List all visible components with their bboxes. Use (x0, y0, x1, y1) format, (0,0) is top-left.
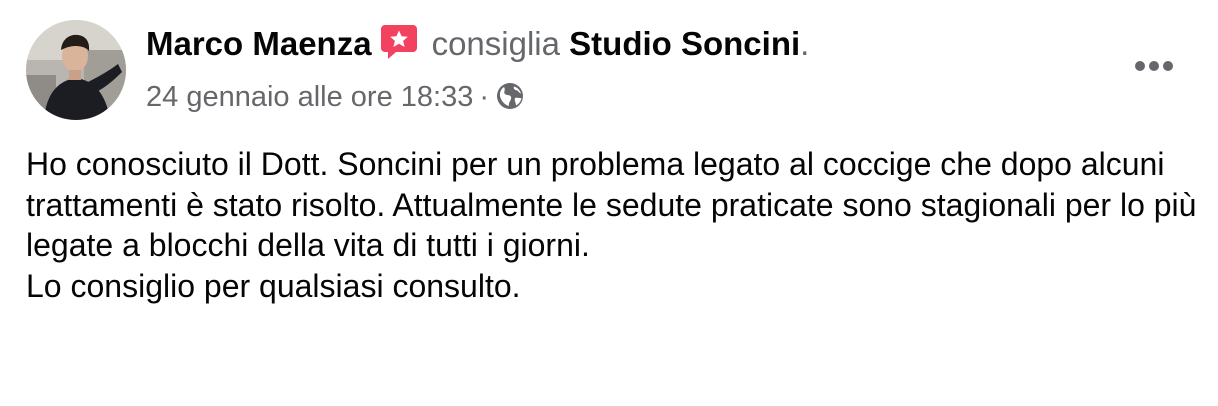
author-name[interactable]: Marco Maenza (146, 25, 372, 62)
more-options-icon[interactable] (1124, 54, 1180, 78)
post-paragraph: Lo consiglio per qualsiasi consulto. (26, 267, 521, 304)
page-name[interactable]: Studio Soncini (569, 25, 800, 62)
title-period: . (800, 25, 810, 62)
recommend-star-icon (380, 24, 418, 71)
avatar-photo (26, 20, 126, 120)
post-title-line: Marco Maenza consiglia Studio Soncini. (146, 22, 1086, 71)
recommendation-post: Marco Maenza consiglia Studio Soncini. 24… (0, 0, 1218, 406)
post-body: Ho conosciuto il Dott. Soncini per un pr… (26, 144, 1206, 306)
post-header: Marco Maenza consiglia Studio Soncini. 24… (146, 22, 1086, 122)
timestamp[interactable]: 24 gennaio alle ore 18:33 (146, 81, 473, 113)
action-text: consiglia (431, 25, 560, 62)
post-paragraph: Ho conosciuto il Dott. Soncini per un pr… (26, 146, 1197, 263)
post-meta: 24 gennaio alle ore 18:33 · (146, 77, 1086, 122)
avatar[interactable] (26, 20, 126, 120)
globe-icon[interactable] (495, 81, 525, 122)
meta-separator: · (479, 81, 489, 113)
